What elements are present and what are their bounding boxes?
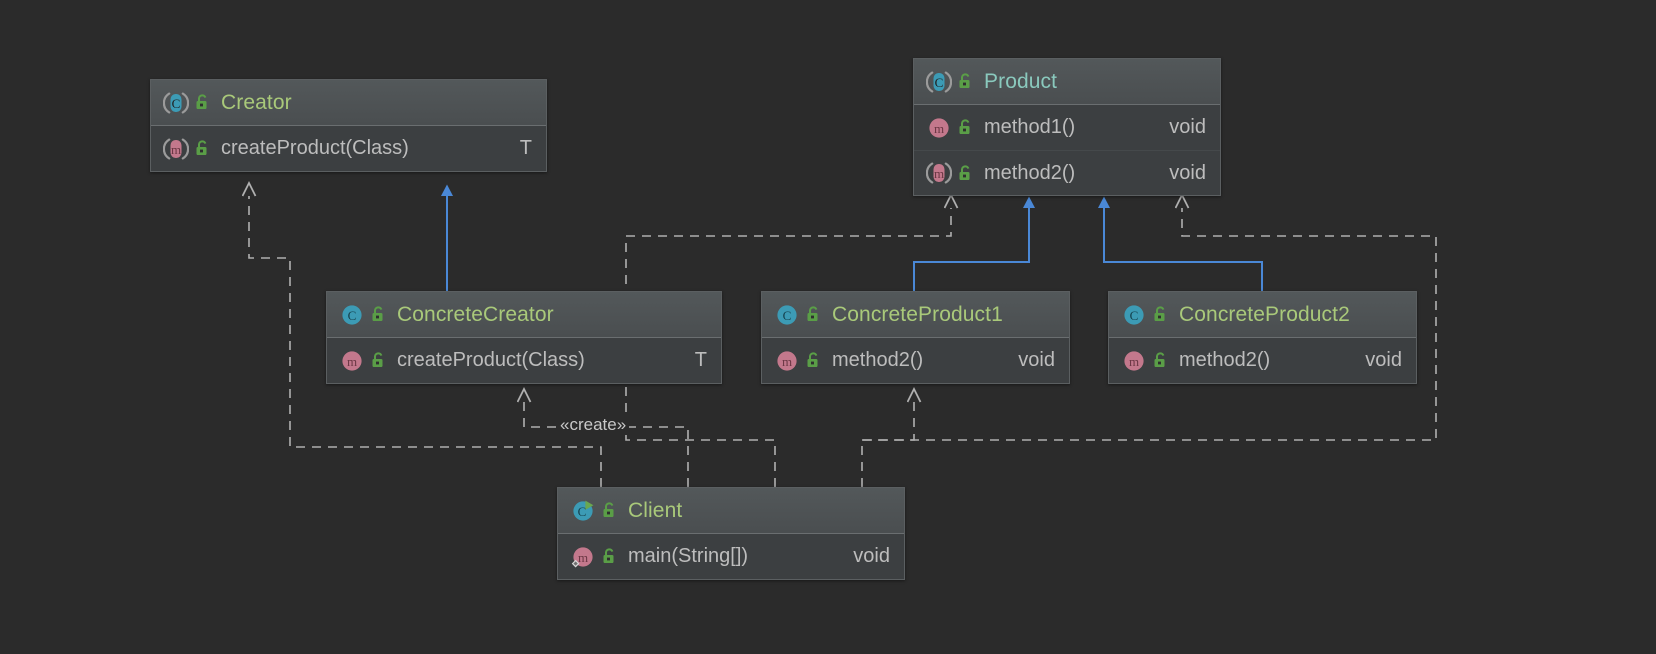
class-members-creator: m createProduct(Class) T — [151, 126, 546, 171]
class-header-client: C Client — [558, 488, 904, 534]
edge-concrete-product-2-implements-product — [1104, 208, 1262, 291]
unlocked-icon — [1152, 305, 1169, 324]
svg-text:m: m — [1129, 354, 1139, 369]
member-name: method2() — [832, 349, 923, 372]
class-name-client: Client — [628, 499, 682, 523]
class-members-concrete-product-2: m method2() void — [1109, 338, 1416, 383]
unlocked-icon — [601, 547, 618, 566]
svg-text:m: m — [782, 354, 792, 369]
svg-text:C: C — [172, 96, 181, 111]
class-box-concrete-product-1[interactable]: C ConcreteProduct1 m — [761, 291, 1070, 384]
class-members-concrete-product-1: m method2() void — [762, 338, 1069, 383]
member-row[interactable]: m method2() void — [762, 338, 1069, 383]
method-icon: m — [774, 348, 800, 374]
class-header-concrete-product-1: C ConcreteProduct1 — [762, 292, 1069, 338]
member-row[interactable]: m main(String[]) void — [558, 534, 904, 579]
member-return-type: void — [831, 545, 890, 568]
member-return-type: T — [498, 137, 532, 160]
member-return-type: void — [1147, 162, 1206, 185]
member-return-type: void — [996, 349, 1055, 372]
member-name: createProduct(Class) — [221, 137, 409, 160]
svg-text:C: C — [935, 75, 944, 90]
class-name-creator: Creator — [221, 91, 292, 115]
unlocked-icon — [370, 305, 387, 324]
class-header-product: C Product — [914, 59, 1220, 105]
class-members-concrete-creator: m createProduct(Class) T — [327, 338, 721, 383]
member-return-type: T — [673, 349, 707, 372]
svg-text:m: m — [934, 166, 944, 181]
member-row[interactable]: m createProduct(Class) T — [327, 338, 721, 383]
class-box-concrete-creator[interactable]: C ConcreteCreator m — [326, 291, 722, 384]
class-name-concrete-product-2: ConcreteProduct2 — [1179, 303, 1350, 327]
unlocked-icon — [194, 139, 211, 158]
edge-concrete-product-1-implements-product — [914, 208, 1029, 291]
svg-text:C: C — [783, 308, 792, 323]
class-icon: C — [774, 302, 800, 328]
svg-text:C: C — [348, 308, 357, 323]
member-row[interactable]: m method1() void — [914, 105, 1220, 150]
unlocked-icon — [957, 72, 974, 91]
abstract-class-icon: C — [926, 69, 952, 95]
edge-label-create: «create» — [557, 415, 629, 435]
class-name-product: Product — [984, 70, 1057, 94]
unlocked-icon — [1152, 351, 1169, 370]
class-box-client[interactable]: C Client m — [557, 487, 905, 580]
abstract-method-icon: m — [926, 160, 952, 186]
class-name-concrete-product-1: ConcreteProduct1 — [832, 303, 1003, 327]
class-members-client: m main(String[]) void — [558, 534, 904, 579]
svg-text:C: C — [578, 504, 587, 519]
unlocked-icon — [805, 351, 822, 370]
method-icon: m — [926, 115, 952, 141]
member-return-type: void — [1343, 349, 1402, 372]
class-header-creator: C Creator — [151, 80, 546, 126]
svg-text:m: m — [934, 121, 944, 136]
abstract-class-icon: C — [163, 90, 189, 116]
class-box-concrete-product-2[interactable]: C ConcreteProduct2 m — [1108, 291, 1417, 384]
member-row[interactable]: m method2() void — [1109, 338, 1416, 383]
class-icon: C — [339, 302, 365, 328]
member-name: method2() — [984, 162, 1075, 185]
svg-text:m: m — [171, 142, 181, 157]
edge-client-depends-concrete-product-1 — [862, 402, 914, 487]
unlocked-icon — [957, 164, 974, 183]
member-name: method1() — [984, 116, 1075, 139]
method-icon: m — [339, 348, 365, 374]
static-method-icon: m — [570, 544, 596, 570]
member-name: createProduct(Class) — [397, 349, 585, 372]
unlocked-icon — [194, 93, 211, 112]
class-box-creator[interactable]: C Creator m — [150, 79, 547, 172]
class-icon: C — [1121, 302, 1147, 328]
unlocked-icon — [370, 351, 387, 370]
unlocked-icon — [805, 305, 822, 324]
class-members-product: m method1() void — [914, 105, 1220, 195]
unlocked-icon — [957, 118, 974, 137]
member-name: method2() — [1179, 349, 1270, 372]
abstract-method-icon: m — [163, 136, 189, 162]
runnable-class-icon: C — [570, 498, 596, 524]
uml-diagram-canvas: «create» C Creator — [0, 0, 1656, 654]
svg-text:C: C — [1130, 308, 1139, 323]
member-row[interactable]: m createProduct(Class) T — [151, 126, 546, 171]
member-row[interactable]: m method2() void — [914, 150, 1220, 195]
method-icon: m — [1121, 348, 1147, 374]
svg-text:m: m — [578, 550, 588, 565]
member-return-type: void — [1147, 116, 1206, 139]
unlocked-icon — [601, 501, 618, 520]
svg-text:m: m — [347, 354, 357, 369]
class-header-concrete-creator: C ConcreteCreator — [327, 292, 721, 338]
class-box-product[interactable]: C Product m — [913, 58, 1221, 196]
member-name: main(String[]) — [628, 545, 748, 568]
class-name-concrete-creator: ConcreteCreator — [397, 303, 554, 327]
class-header-concrete-product-2: C ConcreteProduct2 — [1109, 292, 1416, 338]
